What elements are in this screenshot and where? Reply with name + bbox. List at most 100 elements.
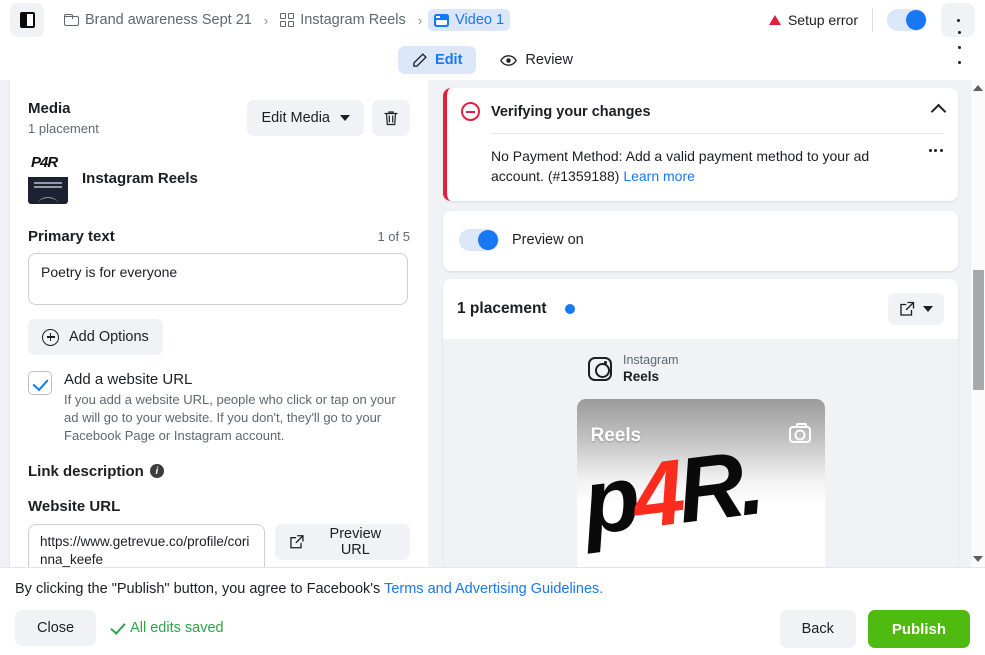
- chevron-down-icon: [923, 305, 933, 312]
- breadcrumb-item-adset[interactable]: Instagram Reels: [274, 9, 412, 31]
- plus-circle-icon: [42, 328, 59, 346]
- primary-text-header: Primary text 1 of 5: [28, 228, 410, 245]
- external-link-icon: [900, 301, 915, 316]
- breadcrumb-separator: ›: [263, 12, 269, 28]
- primary-text-counter: 1 of 5: [377, 229, 410, 244]
- placement-preview: Instagram Reels Reels p4R.: [443, 338, 958, 567]
- ads-manager-editor: Brand awareness Sept 21 › Instagram Reel…: [0, 0, 985, 655]
- website-url-input[interactable]: https://www.getrevue.co/profile/corinna_…: [28, 523, 266, 567]
- link-description-label: Link description: [28, 462, 144, 480]
- media-item-name: Instagram Reels: [82, 169, 198, 187]
- legal-prefix: By clicking the "Publish" button, you ag…: [15, 581, 385, 597]
- divider: [491, 133, 944, 134]
- website-url-label: Website URL: [28, 497, 121, 515]
- warning-triangle-icon: [768, 15, 781, 25]
- preview-toggle[interactable]: [459, 228, 499, 251]
- delete-media-button[interactable]: [372, 100, 410, 136]
- tab-bar: Edit Review: [0, 40, 985, 80]
- breadcrumb-item-campaign[interactable]: Brand awareness Sept 21: [58, 9, 258, 31]
- thumbnail-arc: [38, 197, 58, 204]
- media-title: Media: [28, 100, 71, 117]
- breadcrumb-label: Video 1: [455, 12, 505, 28]
- preview-url-button[interactable]: Preview URL: [275, 523, 410, 560]
- breadcrumb-separator: ›: [417, 12, 423, 28]
- platform-name: Instagram: [623, 352, 679, 367]
- breadcrumb-label: Instagram Reels: [300, 12, 406, 28]
- ellipsis-icon: [956, 18, 961, 64]
- instagram-icon: [588, 356, 612, 381]
- stop-circle-icon: [461, 102, 480, 121]
- tab-edit[interactable]: Edit: [398, 46, 477, 74]
- preview-url-label: Preview URL: [329, 525, 382, 558]
- breadcrumb-label: Brand awareness Sept 21: [85, 12, 252, 28]
- breadcrumb-item-ad[interactable]: Video 1: [428, 9, 511, 31]
- edit-form-panel: Media 1 placement Edit Media P4R Instagr…: [10, 80, 428, 567]
- preview-panel: Verifying your changes No Payment Method…: [435, 80, 970, 567]
- top-bar-right: Setup error: [768, 3, 975, 64]
- terms-link[interactable]: Terms and Advertising Guidelines.: [384, 581, 603, 597]
- thumbnail-line: [34, 182, 62, 184]
- chevron-up-icon[interactable]: [930, 103, 947, 120]
- ad-status-toggle[interactable]: [887, 9, 927, 31]
- preview-creative-logo: p4R.: [576, 431, 764, 555]
- tab-label: Edit: [435, 52, 463, 68]
- placement-header: 1 placement: [443, 279, 958, 339]
- preview-toggle-label: Preview on: [512, 231, 584, 248]
- website-url-row: https://www.getrevue.co/profile/corinna_…: [28, 523, 410, 567]
- error-card-title: Verifying your changes: [491, 103, 651, 120]
- edit-media-label: Edit Media: [261, 110, 330, 126]
- external-link-icon: [290, 534, 304, 549]
- publish-button[interactable]: Publish: [867, 610, 970, 648]
- website-url-checkbox[interactable]: [28, 371, 52, 395]
- open-preview-button[interactable]: [888, 292, 944, 325]
- media-section-header: Media 1 placement Edit Media: [28, 100, 410, 136]
- breadcrumb: Brand awareness Sept 21 › Instagram Reel…: [58, 9, 511, 31]
- error-card-header: Verifying your changes: [461, 102, 947, 121]
- placement-title: 1 placement: [457, 299, 547, 317]
- error-card-body: No Payment Method: Add a valid payment m…: [461, 146, 944, 187]
- website-url-header: Website URL: [28, 498, 410, 515]
- more-options-button[interactable]: [941, 3, 975, 64]
- media-actions: Edit Media: [247, 100, 410, 136]
- learn-more-link[interactable]: Learn more: [623, 168, 695, 184]
- media-thumbnail: P4R: [28, 152, 68, 204]
- thumbnail-line: [34, 186, 62, 188]
- bottom-bar-right: Back Publish: [779, 610, 970, 648]
- placement-card: 1 placement Instagram Reels Reels p4R.: [443, 278, 958, 567]
- pencil-icon: [413, 52, 427, 67]
- eye-icon: [500, 54, 518, 66]
- scrollbar-thumb[interactable]: [973, 270, 984, 390]
- panel-left-icon: [19, 12, 35, 28]
- camera-icon: [788, 423, 811, 444]
- scroll-up-arrow-icon[interactable]: [973, 85, 983, 91]
- close-button[interactable]: Close: [15, 610, 97, 646]
- folder-icon: [64, 14, 79, 26]
- placement-platform-row: Instagram Reels: [443, 353, 958, 386]
- error-more-options-icon[interactable]: [928, 146, 944, 152]
- tab-review[interactable]: Review: [486, 46, 587, 74]
- primary-text-input[interactable]: Poetry is for everyone: [28, 253, 408, 305]
- reels-label: Reels: [590, 425, 642, 447]
- scroll-down-arrow-icon[interactable]: [973, 556, 983, 562]
- website-url-checkbox-help: If you add a website URL, people who cli…: [64, 392, 396, 443]
- info-icon[interactable]: i: [149, 464, 164, 479]
- bottom-bar-left: Close All edits saved: [15, 610, 224, 646]
- check-icon: [110, 618, 126, 635]
- add-options-button[interactable]: Add Options: [28, 319, 163, 355]
- media-item[interactable]: P4R Instagram Reels: [28, 152, 410, 204]
- back-button[interactable]: Back: [779, 610, 856, 648]
- sidebar-toggle-button[interactable]: [10, 3, 44, 37]
- setup-error-status: Setup error: [768, 12, 858, 28]
- placement-status-dot: [564, 303, 575, 314]
- video-card-icon: [434, 13, 450, 27]
- page-scrollbar[interactable]: [970, 80, 985, 567]
- save-status-label: All edits saved: [130, 620, 224, 636]
- reels-preview-frame[interactable]: Reels p4R.: [576, 399, 825, 567]
- placement-name: Reels: [623, 368, 660, 384]
- error-card: Verifying your changes No Payment Method…: [443, 88, 958, 201]
- media-subtitle: 1 placement: [28, 121, 99, 136]
- left-rail: [0, 80, 10, 567]
- edit-media-button[interactable]: Edit Media: [247, 100, 364, 136]
- primary-text-label: Primary text: [28, 228, 115, 245]
- chevron-down-icon: [340, 115, 350, 121]
